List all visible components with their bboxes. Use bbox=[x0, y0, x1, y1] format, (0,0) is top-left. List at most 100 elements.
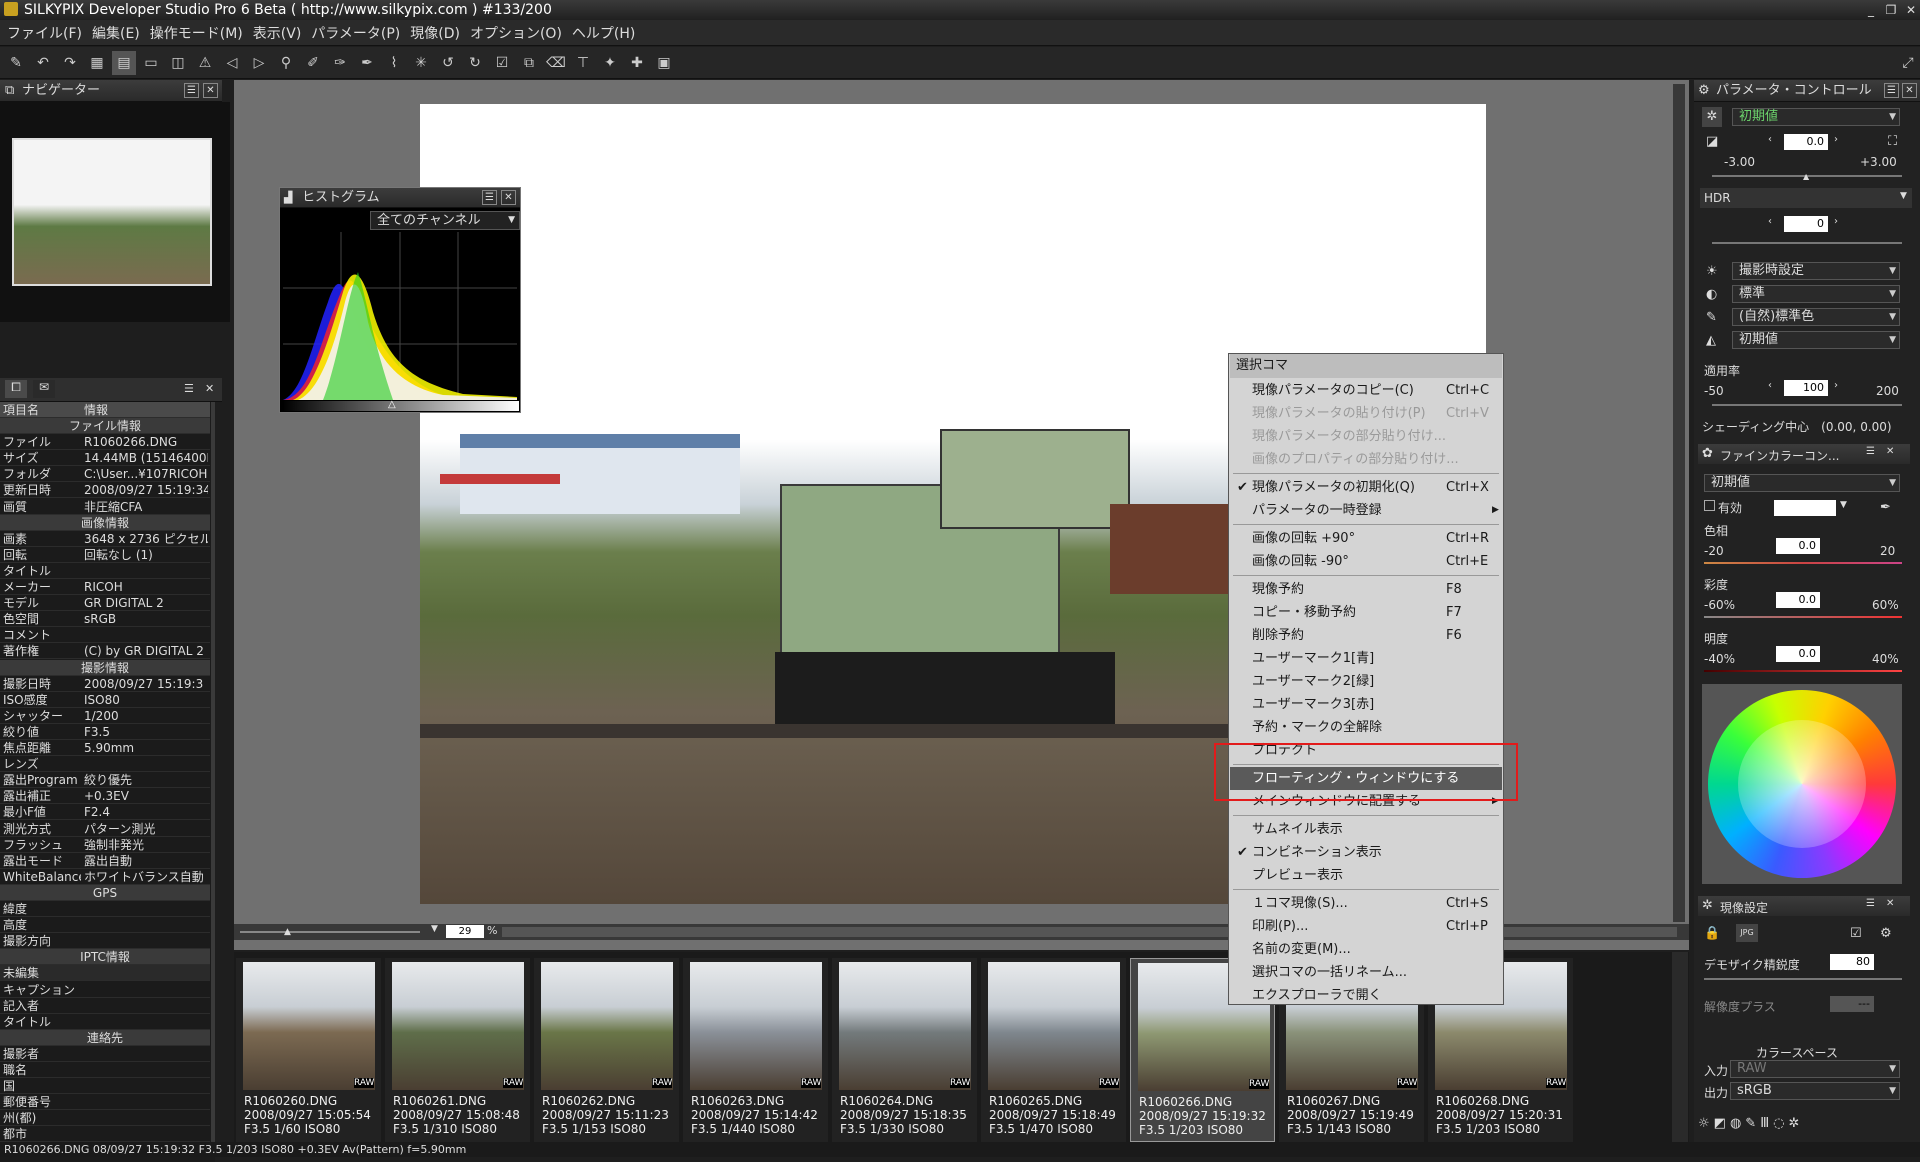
info-row[interactable]: 撮影日時 2008/09/27 15:19:3 bbox=[0, 676, 210, 692]
decrement-icon[interactable]: ‹ bbox=[1768, 216, 1772, 227]
context-menu-item[interactable]: サムネイル表示 bbox=[1230, 818, 1502, 841]
info-row[interactable]: 撮影方向 bbox=[0, 933, 210, 950]
bright-slider[interactable] bbox=[1704, 670, 1902, 672]
zoom-slider-thumb[interactable]: ▲ bbox=[284, 927, 291, 937]
histogram-marker-icon[interactable]: △ bbox=[388, 399, 396, 410]
context-menu-item[interactable]: 現像パラメータの部分貼り付け... bbox=[1230, 425, 1502, 448]
info-row[interactable]: 著作権 (C) by GR DIGITAL 2 bbox=[0, 643, 210, 660]
panel-close-icon[interactable]: ✕ bbox=[1902, 83, 1917, 98]
hdr-header[interactable]: HDR ▼ bbox=[1700, 188, 1912, 208]
channel-select[interactable]: 全てのチャンネル ▼ bbox=[370, 211, 520, 230]
panel-close-icon[interactable]: ✕ bbox=[501, 190, 516, 205]
panel-close-icon[interactable]: ✕ bbox=[205, 382, 214, 395]
brush-icon[interactable]: ⌇ bbox=[382, 51, 406, 75]
panel-menu-icon[interactable]: ☰ bbox=[1866, 446, 1875, 457]
demosaic-value[interactable]: 80 bbox=[1830, 954, 1874, 970]
context-menu-item[interactable]: 選択コマの一括リネーム... bbox=[1230, 961, 1502, 984]
straighten-icon[interactable]: ⊤ bbox=[571, 51, 595, 75]
undo-icon[interactable]: ↶ bbox=[31, 51, 55, 75]
droplet-icon[interactable]: ◌ bbox=[1773, 1116, 1784, 1140]
menu-mode[interactable]: 操作モード(M) bbox=[145, 23, 248, 43]
hdr-slider[interactable] bbox=[1712, 242, 1902, 244]
enable-checkbox[interactable] bbox=[1704, 500, 1715, 511]
saturation-icon[interactable]: ◍ bbox=[1730, 1116, 1741, 1140]
context-menu-item[interactable]: ユーザーマーク3[赤] bbox=[1230, 693, 1502, 716]
context-menu-item[interactable]: ユーザーマーク1[青] bbox=[1230, 647, 1502, 670]
hue-slider[interactable] bbox=[1704, 562, 1902, 564]
filmstrip-thumbnail[interactable]: RAW R1060263.DNG 2008/09/27 15:14:42 F3.5 1… bbox=[683, 958, 828, 1142]
info-tab-icon[interactable]: ⧠ bbox=[5, 380, 27, 398]
monitor-icon[interactable]: ▣ bbox=[652, 51, 676, 75]
info-row[interactable]: 更新日時 2008/09/27 15:19:34 bbox=[0, 482, 210, 499]
fine-color-preset[interactable]: 初期値 bbox=[1704, 474, 1900, 492]
filmstrip-scrollbar[interactable] bbox=[1672, 952, 1688, 1142]
context-menu-item[interactable]: 現像パラメータのコピー(C) Ctrl+C bbox=[1230, 379, 1502, 402]
context-menu-item[interactable]: 画像の回転 +90° Ctrl+R bbox=[1230, 527, 1502, 550]
apply-rate-slider[interactable] bbox=[1712, 404, 1902, 406]
info-row[interactable]: サイズ 14.44MB (15146400By bbox=[0, 450, 210, 467]
pen-icon[interactable]: ✎ bbox=[1745, 1116, 1756, 1140]
panel-menu-icon[interactable]: ☰ bbox=[184, 382, 194, 395]
apply-rate-value[interactable]: 100 bbox=[1784, 380, 1828, 396]
info-row[interactable]: ISO感度 ISO80 bbox=[0, 692, 210, 708]
bright-value[interactable]: 0.0 bbox=[1776, 646, 1820, 662]
histogram-window[interactable]: ▟ ヒストグラム ☰ ✕ 全てのチャンネル ▼ △ bbox=[279, 187, 521, 413]
rotate-left-icon[interactable]: ↺ bbox=[436, 51, 460, 75]
rotate-right-icon[interactable]: ↻ bbox=[463, 51, 487, 75]
highlight-tool-icon[interactable]: ✦ bbox=[598, 51, 622, 75]
info-row[interactable]: 記入者 bbox=[0, 998, 210, 1014]
info-row[interactable]: 画素 3648 x 2736 ピクセル bbox=[0, 531, 210, 547]
color-select[interactable]: (自然)標準色 bbox=[1732, 308, 1900, 326]
info-row[interactable]: 緯度 bbox=[0, 901, 210, 917]
info-row[interactable]: 露出補正 +0.3EV bbox=[0, 788, 210, 805]
output-select[interactable]: sRGB bbox=[1730, 1082, 1900, 1100]
gray-point-icon[interactable]: ✐ bbox=[301, 51, 325, 75]
info-row[interactable]: 撮影者 bbox=[0, 1046, 210, 1062]
panel-menu-icon[interactable]: ☰ bbox=[482, 190, 497, 205]
info-row[interactable]: 未編集 bbox=[0, 965, 210, 982]
increment-icon[interactable]: › bbox=[1834, 380, 1838, 391]
preset-select[interactable]: 初期値 bbox=[1732, 108, 1900, 126]
info-row[interactable]: WhiteBalance ホワイトバランス自動 bbox=[0, 869, 210, 885]
column-icon[interactable]: Ⅲ bbox=[1760, 1116, 1769, 1140]
info-row[interactable]: タイトル bbox=[0, 563, 210, 579]
exposure-slider-thumb[interactable]: ▲ bbox=[1803, 172, 1809, 181]
eyedropper-icon[interactable]: ✒ bbox=[355, 51, 379, 75]
context-menu-item[interactable]: 画像のプロパティの部分貼り付け... bbox=[1230, 448, 1502, 471]
menu-file[interactable]: ファイル(F) bbox=[2, 23, 87, 43]
info-row[interactable]: キャプション bbox=[0, 982, 210, 998]
info-row[interactable]: 州(都) bbox=[0, 1110, 210, 1127]
develop-tool-icon[interactable]: ✎ bbox=[4, 51, 28, 75]
context-menu-item[interactable]: コピー・移動予約 F7 bbox=[1230, 601, 1502, 624]
filmstrip-thumbnail[interactable]: RAW R1060260.DNG 2008/09/27 15:05:54 F3.5 1… bbox=[236, 958, 381, 1142]
context-menu-item[interactable]: ユーザーマーク2[緑] bbox=[1230, 670, 1502, 693]
combination-view-icon[interactable]: ▤ bbox=[112, 50, 136, 75]
plugin-icon[interactable]: ✚ bbox=[625, 51, 649, 75]
info-row[interactable]: 回転 回転なし (1) bbox=[0, 547, 210, 563]
panel-menu-icon[interactable]: ☰ bbox=[184, 83, 199, 98]
info-row[interactable]: 露出Program 絞り優先 bbox=[0, 772, 210, 789]
menu-help[interactable]: ヘルプ(H) bbox=[567, 23, 640, 43]
restore-icon[interactable]: ❐ bbox=[1882, 2, 1900, 18]
menu-option[interactable]: オプション(O) bbox=[465, 23, 567, 43]
check-icon[interactable]: ☑ bbox=[1850, 926, 1862, 941]
panel-menu-icon[interactable]: ☰ bbox=[1884, 83, 1899, 98]
panel-menu-icon[interactable]: ☰ bbox=[1866, 898, 1875, 909]
hue-value[interactable]: 0.0 bbox=[1776, 538, 1820, 554]
false-color-value[interactable]: --- bbox=[1830, 996, 1874, 1012]
info-row[interactable]: タイトル bbox=[0, 1014, 210, 1030]
panel-close-icon[interactable]: ✕ bbox=[1886, 898, 1894, 909]
info-row[interactable]: シャッター 1/200 bbox=[0, 708, 210, 724]
zoom-slider-track[interactable] bbox=[240, 931, 420, 933]
context-menu-item[interactable]: 現像パラメータの貼り付け(P) Ctrl+V bbox=[1230, 402, 1502, 425]
info-row[interactable]: モデル GR DIGITAL 2 bbox=[0, 595, 210, 612]
info-row[interactable]: 絞り値 F3.5 bbox=[0, 724, 210, 740]
fullscreen-icon[interactable]: ⤢ bbox=[1896, 51, 1920, 75]
sat-value[interactable]: 0.0 bbox=[1776, 592, 1820, 608]
context-menu-item[interactable]: ✔ コンビネーション表示 bbox=[1230, 841, 1502, 864]
wb-select[interactable]: 撮影時設定 bbox=[1732, 262, 1900, 280]
context-menu-item[interactable]: 現像予約 F8 bbox=[1230, 578, 1502, 601]
decrement-icon[interactable]: ‹ bbox=[1768, 134, 1772, 145]
info-row[interactable]: レンズ bbox=[0, 756, 210, 773]
compare-view-icon[interactable]: ◫ bbox=[166, 51, 190, 75]
